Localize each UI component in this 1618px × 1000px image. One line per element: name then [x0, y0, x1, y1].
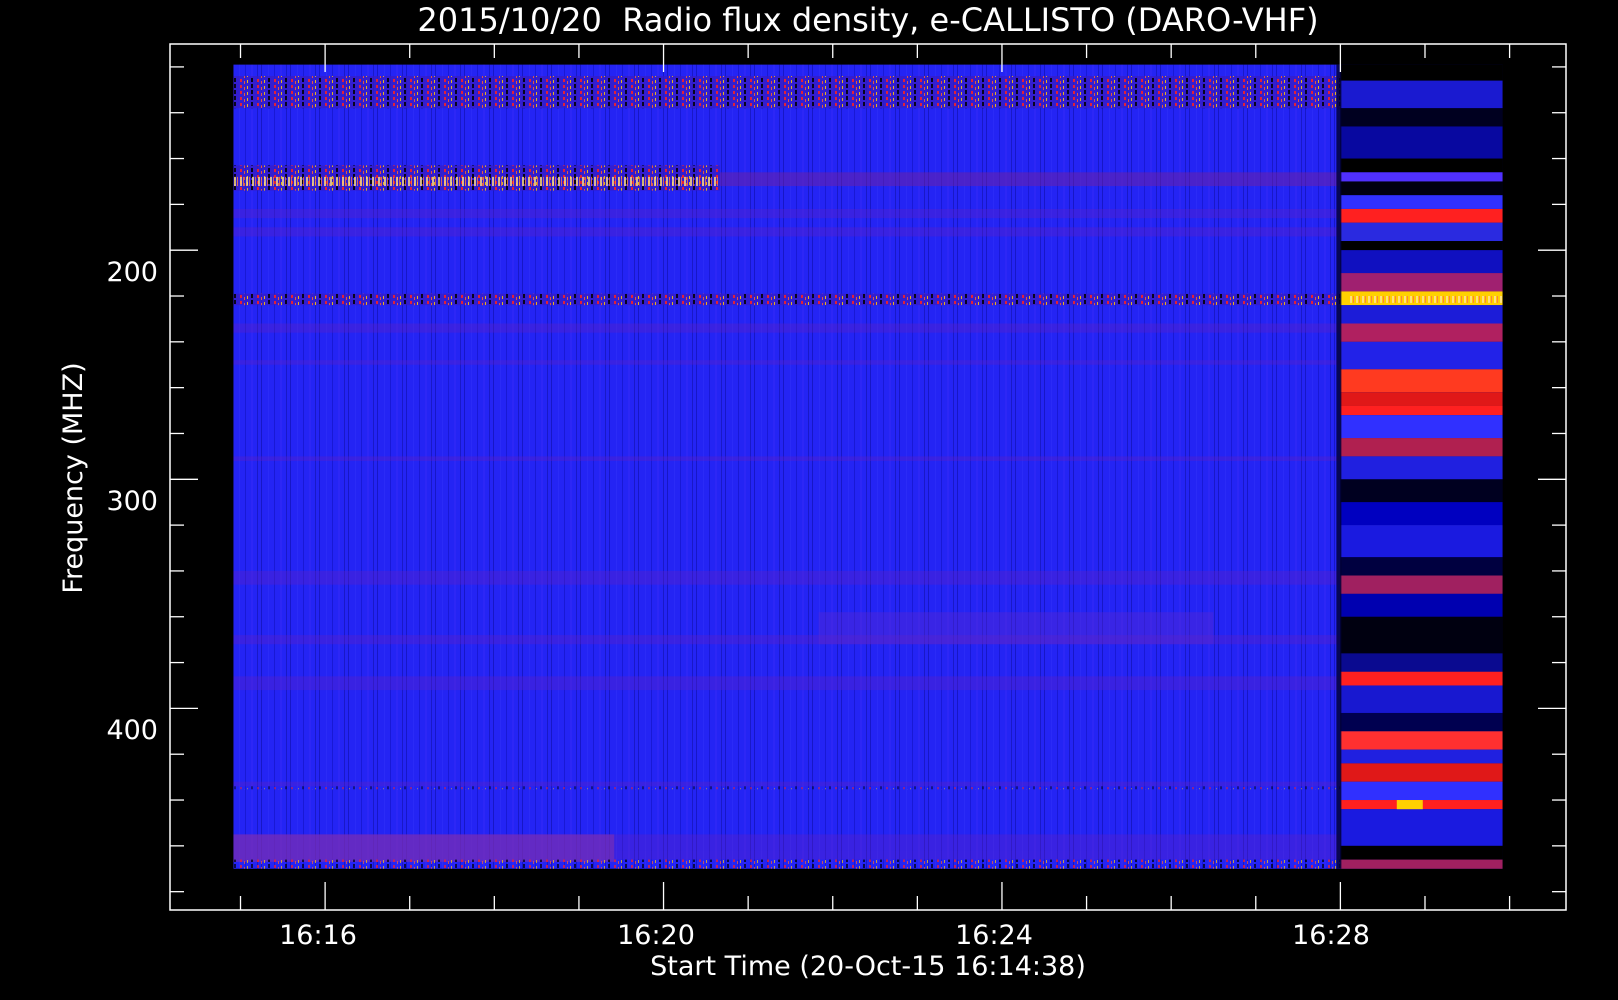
chart-title: 2015/10/20 Radio flux density, e-CALLIST…	[417, 1, 1318, 39]
x-tick-label: 16:20	[617, 920, 695, 951]
emission-band	[1340, 456, 1503, 480]
emission-band	[1340, 781, 1503, 801]
emission-band	[1340, 415, 1503, 439]
y-tick-label: 300	[106, 486, 158, 517]
heatmap-row	[233, 227, 1341, 237]
emission-band	[1340, 479, 1503, 503]
x-tick-label: 16:16	[279, 920, 357, 951]
emission-band	[1340, 763, 1503, 782]
y-tick-label: 400	[106, 715, 158, 746]
emission-band	[1340, 250, 1503, 274]
emission-band	[1340, 341, 1503, 370]
x-tick-labels: 16:16 16:20 16:24 16:28	[279, 920, 1370, 951]
y-tick-labels: 200 300 400	[106, 257, 158, 746]
heatmap-row	[233, 456, 1341, 461]
y-tick-label: 200	[106, 257, 158, 288]
emission-band	[1340, 305, 1503, 324]
emission-band	[1340, 438, 1503, 457]
emission-band	[1340, 859, 1503, 869]
speckle-row	[233, 786, 1341, 790]
heatmap-patch	[233, 834, 615, 862]
heatmap-row	[233, 781, 1341, 787]
x-tick-label: 16:24	[955, 920, 1033, 951]
emission-band	[1340, 241, 1503, 251]
spectrogram-heatmap	[233, 64, 1503, 869]
emission-band	[1340, 323, 1503, 342]
emission-band	[1340, 273, 1503, 292]
emission-band	[1340, 392, 1503, 406]
burst-fine-structure	[1348, 296, 1503, 303]
bottom-speckle-row	[233, 859, 1341, 869]
emission-band	[1340, 222, 1503, 242]
spectrogram-chart: 200 300 400 16:16 16:20 16:24 16:28 2015…	[58, 1, 1567, 982]
burst-onset-line	[1336, 64, 1342, 869]
emission-band	[1340, 126, 1503, 159]
heatmap-row	[233, 208, 1341, 219]
emission-band	[1340, 158, 1503, 173]
emission-band	[1340, 181, 1503, 196]
interference-band-faint	[719, 172, 1341, 187]
emission-band	[1340, 80, 1503, 109]
interference-speckle	[233, 76, 1341, 109]
emission-band	[1340, 502, 1503, 526]
emission-band	[1340, 108, 1503, 127]
heatmap-row	[233, 323, 1341, 333]
emission-band	[1340, 731, 1503, 750]
emission-band	[1340, 525, 1503, 558]
x-tick-label: 16:28	[1292, 920, 1370, 951]
heatmap-row	[233, 676, 1341, 691]
emission-band	[1340, 809, 1503, 846]
emission-band	[1340, 671, 1503, 686]
barcode-strip	[233, 176, 720, 187]
emission-band	[1340, 712, 1503, 732]
emission-band	[1340, 749, 1503, 764]
emission-band	[1340, 575, 1503, 594]
emission-band	[1340, 845, 1503, 860]
emission-band	[1340, 195, 1503, 209]
emission-band	[1340, 557, 1503, 576]
emission-band	[1340, 593, 1503, 617]
burst-hotspot	[1396, 800, 1423, 810]
interference-speckle	[233, 293, 1341, 306]
heatmap-row	[233, 570, 1341, 585]
emission-band	[1340, 616, 1503, 654]
emission-band	[1340, 369, 1503, 393]
emission-band	[1340, 208, 1503, 223]
emission-band	[1340, 653, 1503, 672]
heatmap-patch	[818, 612, 1214, 645]
emission-band	[1340, 64, 1503, 81]
emission-band	[1340, 685, 1503, 713]
heatmap-row	[233, 360, 1341, 365]
emission-band	[1340, 172, 1503, 182]
y-axis-label: Frequency (MHZ)	[58, 362, 89, 593]
x-axis-label: Start Time (20-Oct-15 16:14:38)	[650, 951, 1086, 982]
emission-band	[1340, 405, 1503, 416]
